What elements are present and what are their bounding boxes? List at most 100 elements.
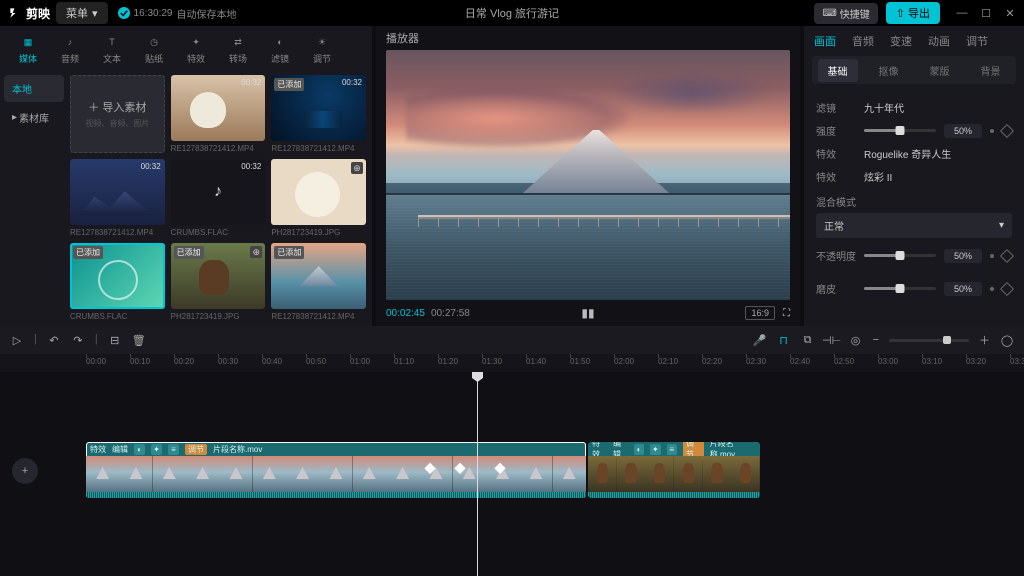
keyframe-icon[interactable] [1000,248,1014,262]
media-thumb[interactable]: 已添加 [70,243,165,309]
clip-fx-icon[interactable]: ✦ [650,444,660,455]
media-item[interactable]: 已添加CRUMBS.FLAC [70,243,165,321]
effect1-label: 特效 [816,146,856,161]
preview-cut-icon[interactable]: ⊣⊢ [825,333,839,347]
keyframe-icon[interactable] [1000,123,1014,137]
media-thumb[interactable]: ⊕ [271,159,366,225]
timeline-clip[interactable]: 特效编辑 ◐ ✦ ≡ 调节 片段名称.mov [588,442,760,498]
ruler-tick: 00:00 [86,357,106,366]
ruler-tick: 00:50 [306,357,326,366]
props-subtab[interactable]: 基础 [818,59,858,82]
props-tab[interactable]: 调节 [966,33,988,49]
clip-fx-icon[interactable]: ✦ [151,444,162,455]
close-button[interactable]: ✕ [1004,7,1016,20]
preview-viewport[interactable] [386,50,790,300]
opacity-slider[interactable] [864,254,936,257]
pointer-tool-icon[interactable]: ▷ [10,333,24,347]
media-thumb[interactable]: 00:32 [171,75,266,141]
opacity-value[interactable]: 50% [944,249,982,263]
effect1-value[interactable]: Roguelike 奇异人生 [864,146,951,161]
media-tab-5[interactable]: ⇄转场 [218,30,258,69]
keyframe-icon[interactable] [1000,281,1014,295]
media-tab-6[interactable]: ◐滤镜 [260,30,300,69]
media-item[interactable]: 00:32RE127838721412.MP4 [70,159,165,237]
props-subtab[interactable]: 抠像 [869,59,909,82]
timeline-tracks[interactable]: + 特效编辑 ◐ ✦ ≡ 调节 片段名称.mov 特效编辑 ◐ ✦ ≡ 调节 [0,372,1024,576]
added-tag: 已添加 [73,246,103,259]
tab-icon: ◷ [146,34,162,50]
play-pause-button[interactable]: ▮▮ [581,306,594,320]
mic-icon[interactable]: 🎤 [753,333,767,347]
media-thumb[interactable]: 已添加⊕ [171,243,266,309]
media-item[interactable]: 00:32♪CRUMBS.FLAC [171,159,266,237]
undo-icon[interactable]: ↶ [47,333,61,347]
export-button[interactable]: ⇧导出 [886,2,940,24]
settings-icon[interactable]: ◎ [849,333,863,347]
media-sidebar-item[interactable]: ▸素材库 [4,104,64,131]
props-tab[interactable]: 音频 [852,33,874,49]
reset-dot-icon[interactable] [990,254,994,258]
sharpen-value[interactable]: 50% [944,282,982,296]
import-media-card[interactable]: ＋ 导入素材视频、音频、图片 [70,75,165,153]
redo-icon[interactable]: ↷ [71,333,85,347]
sharpen-slider[interactable] [864,287,936,290]
props-tab[interactable]: 变速 [890,33,912,49]
import-button[interactable]: ＋ 导入素材视频、音频、图片 [70,75,165,153]
playhead[interactable] [477,372,478,576]
duration-label: 00:32 [241,78,261,87]
aspect-ratio-selector[interactable]: 16:9 [745,306,775,320]
timeline-ruler[interactable]: 00:0000:1000:2000:3000:4000:5001:0001:10… [0,354,1024,372]
reset-dot-icon[interactable] [990,287,994,291]
split-icon[interactable]: ⊟ [108,333,122,347]
minimize-button[interactable]: — [956,7,968,20]
media-tab-2[interactable]: T文本 [92,30,132,69]
media-thumb[interactable]: 00:32 [70,159,165,225]
zoom-in-icon[interactable]: ＋ [979,332,990,348]
media-tab-3[interactable]: ◷贴纸 [134,30,174,69]
shortcuts-button[interactable]: ⌨快捷键 [814,3,877,24]
media-item[interactable]: 00:32RE127838721412.MP4 [171,75,266,153]
media-tab-7[interactable]: ☀调节 [302,30,342,69]
timeline-clip[interactable]: 特效编辑 ◐ ✦ ≡ 调节 片段名称.mov [86,442,586,498]
media-tab-4[interactable]: ✦特效 [176,30,216,69]
add-icon[interactable]: ⊕ [351,162,363,174]
blend-mode-dropdown[interactable]: 正常▾ [816,213,1012,238]
clip-filter-icon[interactable]: ◐ [134,444,145,455]
zoom-fit-icon[interactable]: ◯ [1000,333,1014,347]
maximize-button[interactable]: ☐ [980,7,992,20]
props-subtab[interactable]: 蒙版 [920,59,960,82]
media-item[interactable]: 已添加00:32RE127838721412.MP4 [271,75,366,153]
effect2-value[interactable]: 炫彩 II [864,169,892,184]
media-thumb[interactable]: 已添加00:32 [271,75,366,141]
media-thumb[interactable]: 00:32♪ [171,159,266,225]
add-track-button[interactable]: + [12,458,38,484]
media-item[interactable]: ⊕PH281723419.JPG [271,159,366,237]
reset-dot-icon[interactable] [990,129,994,133]
clip-filter-icon[interactable]: ◐ [634,444,644,455]
menu-dropdown[interactable]: 菜单▾ [56,2,108,24]
fullscreen-button[interactable]: ⛶ [783,308,790,319]
filter-value[interactable]: 九十年代 [864,100,904,115]
timeline-zoom-slider[interactable] [889,339,969,342]
media-tab-0[interactable]: ▦媒体 [8,30,48,69]
media-item[interactable]: 已添加⊕ PH281723419.JPG [171,243,266,321]
add-icon[interactable]: ⊕ [250,246,262,258]
delete-icon[interactable]: 🗑 [132,333,146,347]
clip-adjust-icon[interactable]: ≡ [667,444,677,455]
props-tab[interactable]: 动画 [928,33,950,49]
intensity-value[interactable]: 50% [944,124,982,138]
props-subtab[interactable]: 背景 [971,59,1011,82]
media-tab-1[interactable]: ♪音频 [50,30,90,69]
media-thumb[interactable]: 已添加 [271,243,366,309]
added-tag: 已添加 [274,78,304,91]
magnet-icon[interactable]: ⊓ [777,333,791,347]
zoom-out-icon[interactable]: − [873,334,879,346]
media-item[interactable]: 已添加RE127838721412.MP4 [271,243,366,321]
ruler-tick: 02:10 [658,357,678,366]
link-icon[interactable]: ⧉ [801,333,815,347]
intensity-slider[interactable] [864,129,936,132]
media-filename: PH281723419.JPG [171,312,266,321]
clip-adjust-icon[interactable]: ≡ [168,444,179,455]
media-sidebar-item[interactable]: 本地 [4,75,64,102]
props-tab[interactable]: 画面 [814,33,836,49]
